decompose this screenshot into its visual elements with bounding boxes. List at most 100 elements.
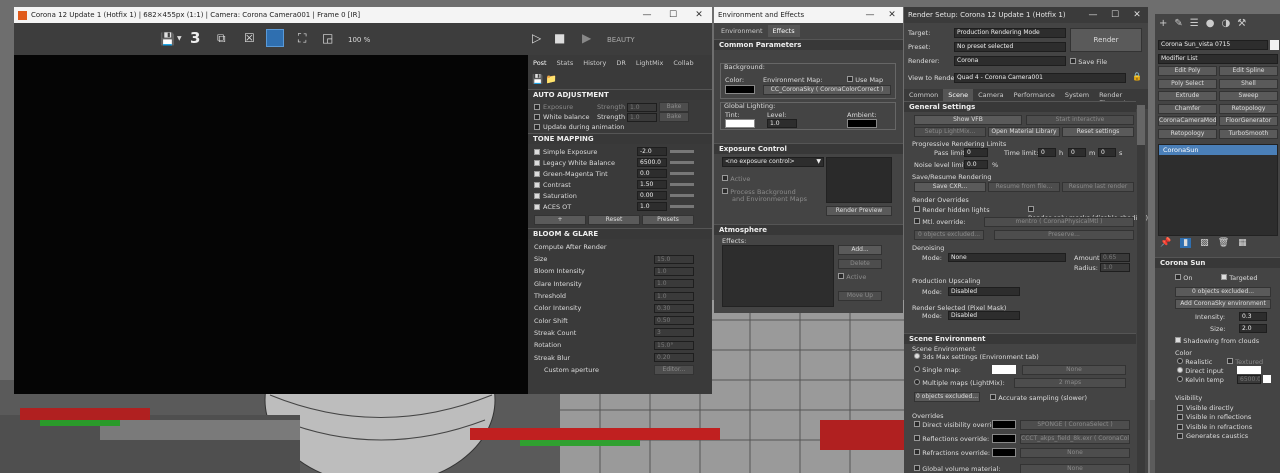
presets-button[interactable]: Presets <box>642 215 694 225</box>
add-effect-button[interactable]: Add... <box>838 245 882 255</box>
corona-sun-rollout-header[interactable]: Corona Sun <box>1155 257 1280 268</box>
minimize-icon[interactable]: — <box>1082 10 1104 20</box>
mtl-override-checkbox[interactable] <box>914 218 920 224</box>
show-end-result-icon[interactable]: ▮ <box>1180 238 1192 248</box>
lock-icon[interactable]: 🔒 <box>1132 72 1142 81</box>
close-icon[interactable]: ✕ <box>881 10 903 20</box>
bloom-row-field[interactable]: 15.0 <box>654 254 694 264</box>
move-up-button[interactable]: Move Up <box>838 291 882 301</box>
vfb-window[interactable]: Corona 12 Update 1 (Hotfix 1) | 682×455p… <box>14 7 712 394</box>
save-file-checkbox[interactable] <box>1070 58 1076 64</box>
tone-row-field[interactable]: 0.0 <box>637 169 667 178</box>
fit-icon[interactable]: ◲ <box>322 31 333 45</box>
kelvin-color-swatch[interactable] <box>1263 375 1271 383</box>
pin-stack-icon[interactable]: 📌 <box>1160 238 1171 248</box>
bloom-row-field[interactable]: 1.0 <box>654 279 694 289</box>
intensity-field[interactable]: 0.3 <box>1239 312 1267 321</box>
tone-row-checkbox[interactable] <box>534 192 540 199</box>
tone-row-slider[interactable] <box>670 161 694 164</box>
modifier-button[interactable]: Edit Poly <box>1158 66 1217 76</box>
textured-checkbox[interactable] <box>1227 358 1233 364</box>
tab-environment[interactable]: Environment <box>716 25 768 37</box>
ambient-color-swatch[interactable] <box>847 119 877 128</box>
reflections-override-map-button[interactable]: CCCT_akps_field_8k.exr ( CoronaColo <box>1020 434 1130 444</box>
tab-dr[interactable]: DR <box>611 57 631 69</box>
modifier-button[interactable]: FloorGenerator <box>1219 116 1278 126</box>
zoom-level[interactable]: 100 % <box>348 36 370 44</box>
tab-effects[interactable]: Effects <box>767 25 800 37</box>
modifier-button[interactable]: Extrude <box>1158 91 1217 101</box>
pass-limit-field[interactable]: 0 <box>964 148 988 157</box>
global-volume-map-button[interactable]: None <box>1020 464 1130 473</box>
reflections-override-swatch[interactable] <box>992 434 1016 443</box>
refractions-override-checkbox[interactable] <box>914 449 920 455</box>
save-settings-icon[interactable]: 📁 <box>545 75 556 85</box>
maximize-icon[interactable]: ☐ <box>660 10 686 20</box>
modifier-button[interactable]: Edit Spline <box>1219 66 1278 76</box>
white-balance-checkbox[interactable] <box>534 114 540 120</box>
max-settings-radio[interactable] <box>914 353 920 359</box>
environment-map-button[interactable]: CC_CoronaSky ( CoronaColorCorrect ) <box>763 85 891 95</box>
setup-lightmix-button[interactable]: Setup LightMix... <box>914 127 986 137</box>
minimize-icon[interactable]: — <box>859 10 881 20</box>
modifier-stack-item[interactable]: CoronaSun <box>1159 145 1277 155</box>
modifier-button[interactable]: Chamfer <box>1158 103 1217 114</box>
visibility-checkbox[interactable] <box>1177 414 1183 421</box>
render-canvas[interactable] <box>14 55 528 394</box>
add-corona-sky-button[interactable]: Add CoronaSky environment <box>1175 299 1271 309</box>
tone-row-checkbox[interactable] <box>534 170 540 177</box>
bloom-row-field[interactable]: 3 <box>654 328 694 338</box>
load-icon[interactable]: 💾 <box>532 75 543 85</box>
process-background-checkbox[interactable] <box>722 188 728 194</box>
copy-icon[interactable]: ⧉ <box>217 31 226 46</box>
motion-icon[interactable]: ● <box>1206 18 1215 34</box>
tone-row-field[interactable]: 6500.0 <box>637 158 667 167</box>
modifier-list-dropdown[interactable]: Modifier List <box>1158 54 1278 64</box>
add-operator-button[interactable]: + <box>534 215 586 225</box>
modify-icon[interactable]: ✎ <box>1174 18 1182 34</box>
exposure-control-dropdown[interactable]: <no exposure control> ▼ <box>722 157 824 167</box>
tab-history[interactable]: History <box>578 57 611 69</box>
compute-after-render[interactable]: Compute After Render <box>534 241 706 253</box>
scene-environment-header[interactable]: Scene Environment <box>904 333 1136 344</box>
time-minutes-field[interactable]: 0 <box>1068 148 1086 157</box>
tone-row-field[interactable]: 1.50 <box>637 180 667 189</box>
use-map-checkbox[interactable] <box>847 76 853 82</box>
shadowing-clouds-checkbox[interactable] <box>1175 337 1181 343</box>
tone-mapping-header[interactable]: TONE MAPPING <box>528 133 712 144</box>
remove-modifier-icon[interactable]: 🗑 <box>1218 238 1229 248</box>
exposure-control-header[interactable]: Exposure Control <box>714 143 903 154</box>
tone-row-slider[interactable] <box>670 205 694 208</box>
hidden-lights-checkbox[interactable] <box>914 206 920 212</box>
bake-button[interactable]: Bake <box>659 102 689 112</box>
upscaling-mode-dropdown[interactable]: Disabled <box>948 287 1020 296</box>
modifier-button[interactable]: TurboSmooth <box>1219 128 1278 139</box>
stop-icon[interactable]: ■ <box>554 31 565 45</box>
resume-icon[interactable]: ▶ <box>582 31 591 45</box>
sun-on-checkbox[interactable] <box>1175 274 1181 280</box>
visibility-checkbox[interactable] <box>1177 423 1183 430</box>
save-cxr-button[interactable]: Save CXR... <box>914 182 986 192</box>
refractions-override-map-button[interactable]: None <box>1020 448 1130 458</box>
realistic-radio[interactable] <box>1177 358 1183 364</box>
tint-color-swatch[interactable] <box>725 119 755 128</box>
denoise-mode-dropdown[interactable]: None <box>948 253 1066 262</box>
bloom-row-field[interactable]: 1.0 <box>654 291 694 301</box>
effect-active-checkbox[interactable] <box>838 273 844 279</box>
modifier-button[interactable]: CoronaCameraMod <box>1158 116 1217 126</box>
radius-field[interactable]: 1.0 <box>1100 263 1130 272</box>
white-balance-strength-field[interactable]: 1.0 <box>627 112 657 122</box>
bake-button[interactable]: Bake <box>659 112 689 122</box>
render-setup-scrollbar[interactable] <box>1137 101 1145 473</box>
global-volume-checkbox[interactable] <box>914 465 920 471</box>
show-vfb-button[interactable]: Show VFB <box>914 115 1022 125</box>
modifier-button[interactable]: Sweep <box>1219 91 1278 101</box>
save-icon[interactable]: 💾 <box>160 32 175 46</box>
objects-excluded-button[interactable]: 0 objects excluded... <box>914 230 984 240</box>
modifier-button[interactable]: Poly Select <box>1158 78 1217 89</box>
tone-row-slider[interactable] <box>670 172 694 175</box>
single-map-button[interactable]: None <box>1022 365 1126 375</box>
time-hours-field[interactable]: 0 <box>1038 148 1056 157</box>
beauty-selector[interactable]: BEAUTY <box>607 36 635 44</box>
tone-row-field[interactable]: -2.0 <box>637 147 667 156</box>
